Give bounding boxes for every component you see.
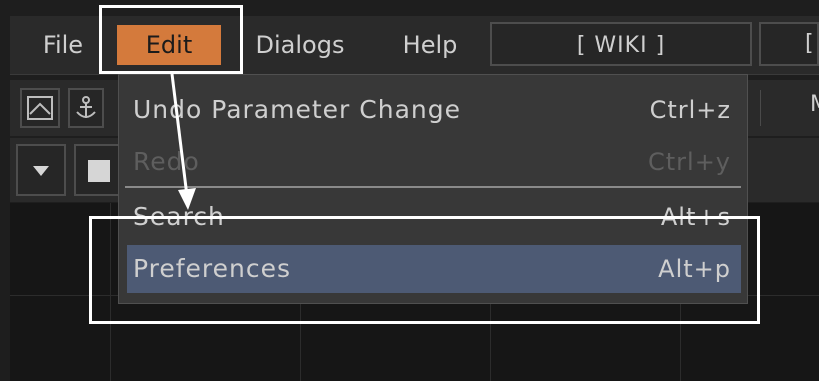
app-window: File Edit Dialogs Help [ WIKI ] [ M <box>0 0 819 381</box>
annotation-arrow-icon <box>170 73 196 210</box>
